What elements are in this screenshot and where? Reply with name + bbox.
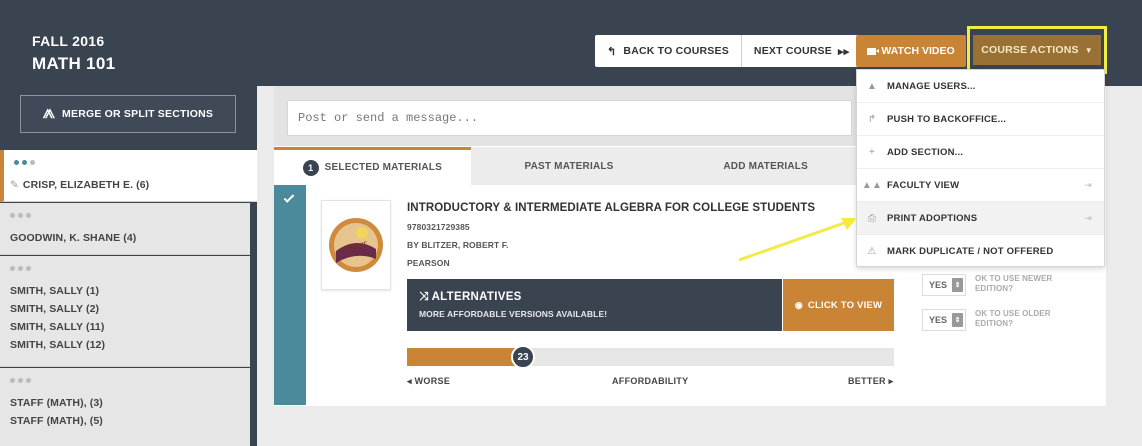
section-dots	[10, 213, 31, 218]
user-icon: ▲	[866, 80, 878, 92]
book-cover-image: Blitzer	[321, 200, 391, 290]
bottle-cap-cover-icon: Blitzer	[329, 218, 383, 272]
tab-add-materials[interactable]: ADD MATERIALS	[667, 147, 865, 185]
affordability-better-label: BETTER ▸	[848, 376, 894, 386]
menu-item-mark-duplicate[interactable]: ⚠ MARK DUPLICATE / NOT OFFERED	[857, 235, 1104, 268]
affordability-score-badge: 23	[511, 345, 535, 369]
click-to-view-label: CLICK TO VIEW	[807, 299, 883, 311]
book-isbn: 9780321729385	[407, 222, 470, 232]
older-edition-option: YES ⇕ OK TO USE OLDER EDITION?	[922, 309, 1051, 331]
section-instructor-name: GOODWIN, K. SHANE (4)	[10, 232, 137, 244]
tab-label: PAST MATERIALS	[524, 160, 614, 172]
course-actions-highlight: COURSE ACTIONS ▼	[967, 26, 1107, 74]
course-title: MATH 101	[32, 54, 116, 73]
book-author: BY BLITZER, ROBERT F.	[407, 240, 509, 250]
course-actions-dropdown: ▲ MANAGE USERS... ↱ PUSH TO BACKOFFICE..…	[856, 69, 1105, 267]
older-edition-select[interactable]: YES ⇕	[922, 309, 966, 331]
older-edition-label: OK TO USE OLDER EDITION?	[975, 309, 1051, 328]
back-to-courses-button[interactable]: ↰ BACK TO COURSES	[595, 35, 741, 67]
affordability-fill	[407, 348, 519, 366]
alternatives-box: ⤨ ALTERNATIVES MORE AFFORDABLE VERSIONS …	[407, 279, 782, 331]
course-actions-label: COURSE ACTIONS	[981, 44, 1079, 56]
section-dots	[10, 378, 31, 383]
warning-icon: ⚠	[867, 246, 877, 257]
section-smith[interactable]: SMITH, SALLY (1) SMITH, SALLY (2) SMITH,…	[0, 256, 250, 367]
menu-item-push-to-backoffice[interactable]: ↱ PUSH TO BACKOFFICE...	[857, 103, 1104, 136]
tab-label: SELECTED MATERIALS	[324, 162, 442, 173]
caret-down-icon: ▼	[1084, 45, 1093, 55]
next-course-label: NEXT COURSE	[753, 45, 832, 57]
users-icon: ▲▲	[861, 179, 883, 191]
select-arrows-icon: ⇕	[952, 313, 963, 327]
section-instructor-name: SMITH, SALLY (11)	[10, 321, 105, 333]
book-title[interactable]: INTRODUCTORY & INTERMEDIATE ALGEBRA FOR …	[407, 202, 815, 214]
selected-count-badge: 1	[302, 159, 319, 176]
newer-edition-option: YES ⇕ OK TO USE NEWER EDITION?	[922, 274, 1052, 296]
reply-arrow-icon: ↰	[607, 45, 617, 58]
video-camera-icon	[867, 47, 880, 55]
course-actions-button[interactable]: COURSE ACTIONS ▼	[973, 35, 1101, 65]
section-instructor-name: SMITH, SALLY (12)	[10, 339, 106, 351]
section-staff[interactable]: STAFF (MATH), (3) STAFF (MATH), (5)	[0, 368, 250, 446]
menu-item-faculty-view[interactable]: ▲▲ FACULTY VIEW ⇥	[857, 169, 1104, 202]
select-arrows-icon: ⇕	[952, 278, 963, 292]
section-dots	[14, 160, 35, 165]
affordability-label: AFFORDABILITY	[612, 376, 689, 386]
watch-video-button[interactable]: WATCH VIDEO	[856, 35, 966, 67]
section-instructor-name: STAFF (MATH), (3)	[10, 397, 103, 409]
tab-selected-materials[interactable]: 1 SELECTED MATERIALS	[274, 147, 471, 185]
term-label: FALL 2016	[32, 33, 105, 49]
alternatives-subtitle: MORE AFFORDABLE VERSIONS AVAILABLE!	[419, 309, 608, 319]
section-crisp[interactable]: ✎ CRISP, ELIZABETH E. (6)	[0, 150, 257, 202]
alternatives-title: ⤨ ALTERNATIVES	[419, 291, 522, 303]
affordability-worse-label: ◂ WORSE	[407, 376, 451, 386]
section-goodwin[interactable]: GOODWIN, K. SHANE (4)	[0, 203, 250, 255]
newer-edition-select[interactable]: YES ⇕	[922, 274, 966, 296]
book-publisher: PEARSON	[407, 258, 450, 268]
watch-video-label: WATCH VIDEO	[881, 45, 955, 57]
menu-item-print-adoptions[interactable]: ⎙ PRINT ADOPTIONS ⇥	[857, 202, 1104, 235]
section-instructor-name: SMITH, SALLY (2)	[10, 303, 100, 315]
section-instructor-name: ✎ CRISP, ELIZABETH E. (6)	[10, 179, 150, 191]
tab-label: ADD MATERIALS	[723, 160, 808, 172]
print-icon: ⎙	[867, 212, 877, 224]
back-to-courses-label: BACK TO COURSES	[623, 45, 729, 57]
course-nav-group: ↰ BACK TO COURSES NEXT COURSE ▸▸	[595, 35, 862, 67]
tab-past-materials[interactable]: PAST MATERIALS	[470, 147, 668, 185]
share-icon: ↱	[867, 113, 877, 125]
section-instructor-name: STAFF (MATH), (5)	[10, 415, 103, 427]
section-dots	[10, 266, 31, 271]
sitemap-icon: ⨇	[42, 106, 56, 121]
affordability-bar	[407, 348, 894, 366]
materials-tabs: 1 SELECTED MATERIALS PAST MATERIALS ADD …	[274, 147, 865, 185]
menu-item-add-section[interactable]: + ADD SECTION...	[857, 136, 1104, 169]
external-link-icon: ⇥	[1084, 212, 1092, 223]
shuffle-icon: ⤨	[419, 291, 429, 303]
fast-forward-icon: ▸▸	[837, 45, 850, 58]
section-instructor-name: SMITH, SALLY (1)	[10, 285, 100, 297]
pencil-icon: ✎	[10, 179, 19, 191]
newer-edition-label: OK TO USE NEWER EDITION?	[975, 274, 1053, 293]
merge-split-label: MERGE OR SPLIT SECTIONS	[62, 108, 214, 120]
menu-item-manage-users[interactable]: ▲ MANAGE USERS...	[857, 70, 1104, 103]
plus-icon: +	[868, 146, 876, 158]
merge-split-sections-button[interactable]: ⨇ MERGE OR SPLIT SECTIONS	[20, 95, 236, 133]
external-link-icon: ⇥	[1084, 179, 1092, 190]
message-input[interactable]: Post or send a message...	[287, 100, 852, 136]
next-course-button[interactable]: NEXT COURSE ▸▸	[740, 35, 862, 67]
selected-indicator-bar[interactable]	[274, 185, 306, 405]
eye-icon: ◉	[794, 299, 803, 310]
click-to-view-button[interactable]: ◉ CLICK TO VIEW	[783, 279, 894, 331]
